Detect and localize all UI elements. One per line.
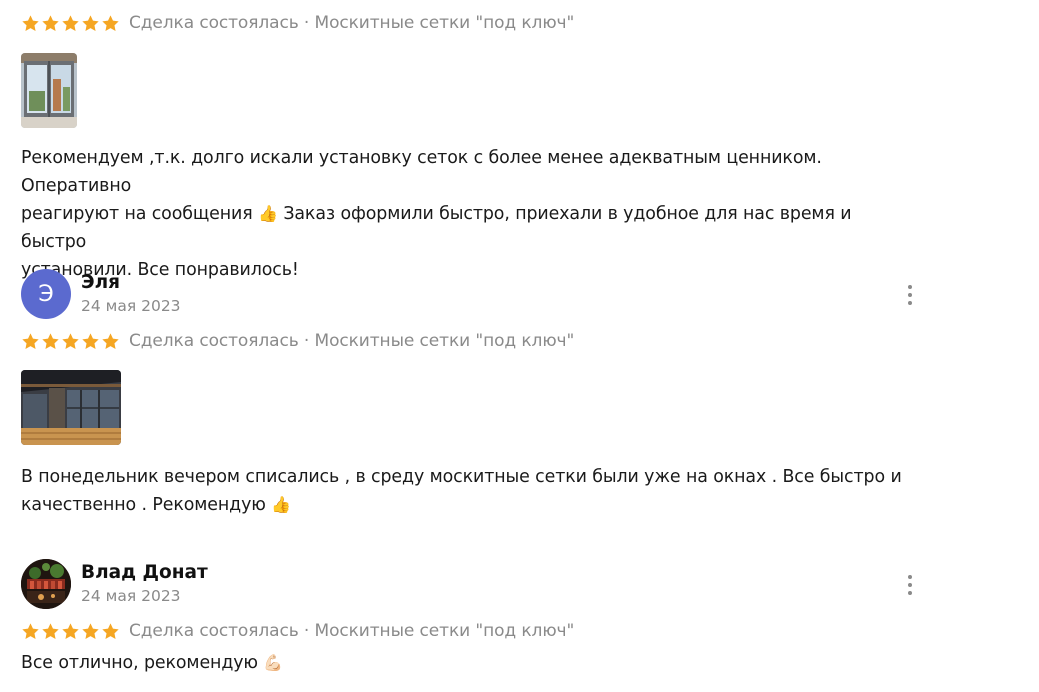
review-text-line: качественно . Рекомендую 👍 [21, 491, 902, 519]
thumbs-up-icon: 👍 [258, 204, 278, 223]
review-header: Влад Донат 24 мая 2023 [21, 558, 921, 610]
author-name[interactable]: Влад Донат [81, 561, 208, 585]
review-date: 24 мая 2023 [81, 587, 181, 605]
star-icon [22, 332, 39, 349]
star-icon [62, 332, 79, 349]
review-text: Рекомендуем ,т.к. долго искали установку… [21, 144, 921, 284]
star-icon [42, 14, 59, 31]
rating-line: Сделка состоялась · Москитные сетки "под… [21, 11, 921, 35]
star-icon [102, 14, 119, 31]
review-photo-window[interactable] [21, 53, 77, 128]
author-name[interactable]: Эля [81, 271, 181, 295]
review-text-segment: качественно . Рекомендую [21, 495, 266, 515]
avatar-letter: Э [38, 281, 54, 307]
review-header: Э Эля 24 мая 2023 [21, 268, 921, 320]
more-options-button[interactable] [903, 575, 917, 595]
flexed-biceps-icon: 💪🏻 [263, 653, 284, 672]
star-icon [42, 622, 59, 639]
star-rating [21, 14, 120, 33]
star-icon [82, 14, 99, 31]
star-icon [62, 622, 79, 639]
review-text-line: В понедельник вечером списались , в сред… [21, 467, 902, 487]
review-date: 24 мая 2023 [81, 297, 181, 315]
more-dots-icon [908, 591, 912, 595]
star-icon [82, 332, 99, 349]
author-info: Влад Донат 24 мая 2023 [81, 561, 208, 607]
avatar-photo-image [21, 559, 71, 609]
rating-line: Сделка состоялась · Москитные сетки "под… [21, 329, 574, 353]
rating-line: Сделка состоялась · Москитные сетки "под… [21, 619, 574, 643]
avatar[interactable] [21, 559, 71, 609]
star-rating [21, 622, 120, 641]
review-text-segment: реагируют на сообщения [21, 204, 253, 224]
deal-info: Сделка состоялась · Москитные сетки "под… [129, 621, 575, 641]
deal-info: Сделка состоялась · Москитные сетки "под… [129, 331, 575, 351]
star-icon [42, 332, 59, 349]
avatar[interactable]: Э [21, 269, 71, 319]
star-icon [22, 14, 39, 31]
review-text: Все отлично, рекомендую 💪🏻 [21, 649, 283, 677]
more-dots-icon [908, 293, 912, 297]
star-icon [62, 14, 79, 31]
review-text-line: Все отлично, рекомендую 💪🏻 [21, 649, 283, 677]
more-options-button[interactable] [903, 285, 917, 305]
window-photo-image [21, 53, 77, 128]
star-icon [82, 622, 99, 639]
star-icon [102, 622, 119, 639]
review-text-line: Рекомендуем ,т.к. долго искали установку… [21, 148, 822, 196]
review-text-segment: Все отлично, рекомендую [21, 653, 258, 673]
review-text: В понедельник вечером списались , в сред… [21, 463, 902, 519]
review-photo-building[interactable] [21, 370, 121, 445]
review-text-line: реагируют на сообщения 👍 Заказ оформили … [21, 200, 921, 256]
star-icon [22, 622, 39, 639]
deal-info: Сделка состоялась · Москитные сетки "под… [129, 13, 575, 33]
more-dots-icon [908, 301, 912, 305]
author-info: Эля 24 мая 2023 [81, 271, 181, 317]
review-1: Сделка состоялась · Москитные сетки "под… [21, 11, 921, 280]
more-dots-icon [908, 583, 912, 587]
star-rating [21, 332, 120, 351]
more-dots-icon [908, 575, 912, 579]
more-dots-icon [908, 285, 912, 289]
building-photo-image [21, 370, 121, 445]
star-icon [102, 332, 119, 349]
thumbs-up-icon: 👍 [271, 495, 292, 514]
